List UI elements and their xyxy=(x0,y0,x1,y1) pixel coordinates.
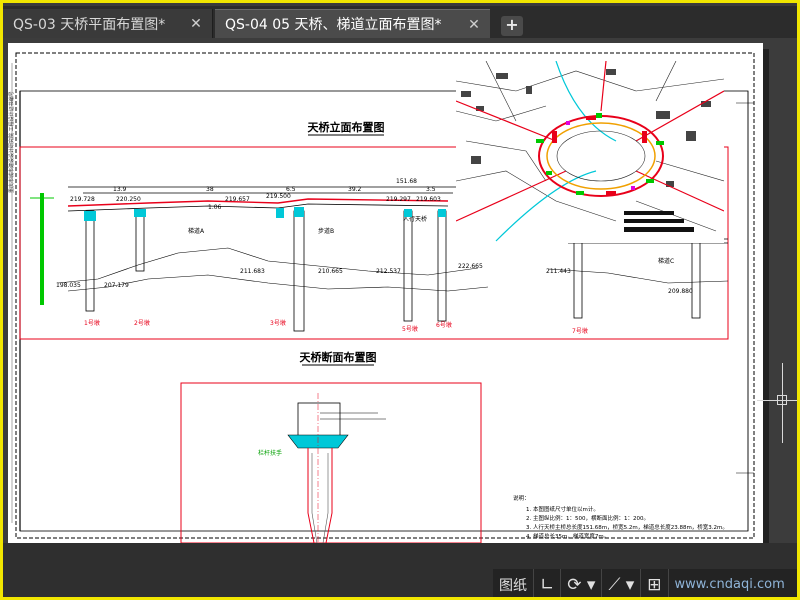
ground-level: 211.443 xyxy=(546,268,571,275)
section-title: 天桥断面布置图 xyxy=(300,350,377,364)
cursor-pickbox xyxy=(777,395,787,405)
notes-title: 说明： xyxy=(513,494,530,502)
deck-label: 步道B xyxy=(318,227,334,235)
deck-label: 梯道A xyxy=(188,227,205,235)
elevation-value: 219.603 xyxy=(416,196,441,203)
ground-level: 212.537 xyxy=(376,268,401,275)
tab-qs03-plan[interactable]: QS-03 天桥平面布置图* ✕ xyxy=(3,9,213,38)
layout-toggle-button[interactable]: 图纸 xyxy=(493,569,534,597)
ground-level: 211.683 xyxy=(240,268,265,275)
elevation-value: 219.728 xyxy=(70,196,95,203)
note-line: 1. 本图图纸尺寸单位以m计。 xyxy=(526,505,599,513)
tab-label: QS-04 05 天桥、梯道立面布置图* xyxy=(225,17,442,33)
pier-label: 7号墩 xyxy=(572,327,588,335)
svg-text:栏杆扶手: 栏杆扶手 xyxy=(258,449,282,457)
ground-level: 207.179 xyxy=(104,282,129,289)
close-icon[interactable]: ✕ xyxy=(188,16,204,32)
span-label: 39.2 xyxy=(348,186,362,193)
pier-label: 6号墩 xyxy=(436,321,452,329)
pier-label: 5号墩 xyxy=(402,325,418,333)
pier-label: 2号墩 xyxy=(134,319,150,327)
osnap-icon[interactable]: ⊞ xyxy=(641,569,669,597)
ground-level: 209.880 xyxy=(668,288,693,295)
close-icon[interactable]: ✕ xyxy=(466,17,482,33)
span-label: 38 xyxy=(206,186,214,193)
application-window: QS-03 天桥平面布置图* ✕ QS-04 05 天桥、梯道立面布置图* ✕ … xyxy=(0,0,800,600)
tab-qs04-elevation[interactable]: QS-04 05 天桥、梯道立面布置图* ✕ xyxy=(215,9,490,38)
pier-label: 3号墩 xyxy=(270,319,286,327)
note-line: 4. 梯道总长35m，梯道宽度7m。 xyxy=(526,532,609,540)
pier-label: 1号墩 xyxy=(84,319,100,327)
span-label: 6.5 xyxy=(286,186,296,193)
ground-level: 198.035 xyxy=(56,282,81,289)
note-line: 2. 主图纵比例：1：500，横断面比例：1：200。 xyxy=(526,514,649,522)
note-line: 3. 人行天桥主桥总长度151.68m，桥宽5.2m，梯道总长度23.88m，桥… xyxy=(526,523,728,531)
deck-label: 梯道C xyxy=(658,257,674,265)
elevation-value: 219.297 xyxy=(386,196,411,203)
paper-shadow xyxy=(763,49,769,543)
section-drawing: 栏杆扶手 xyxy=(258,393,386,544)
polar-icon[interactable]: ⟳ ▾ xyxy=(561,569,603,597)
span-label: 13.9 xyxy=(113,186,127,193)
tab-label: QS-03 天桥平面布置图* xyxy=(13,16,166,33)
document-tab-bar: QS-03 天桥平面布置图* ✕ QS-04 05 天桥、梯道立面布置图* ✕ … xyxy=(3,6,797,38)
elevation-value: 219.657 xyxy=(225,196,250,203)
side-title-strip: 重庆市城市建设设计研究院 工程设计证书编号 xyxy=(8,63,15,523)
watermark-text: www.cndaqi.com xyxy=(674,577,785,592)
snap-icon[interactable]: ⟋ ▾ xyxy=(602,569,642,597)
deck-label: 1.06 xyxy=(208,204,222,211)
new-tab-button[interactable]: + xyxy=(501,16,523,36)
status-tools: 图纸 ∟ ⟳ ▾ ⟋ ▾ ⊞ www.cndaqi.com xyxy=(493,569,797,597)
plan-view-drawing xyxy=(456,61,724,243)
plan-view-inset xyxy=(456,61,724,243)
elevation-value: 220.250 xyxy=(116,196,141,203)
pier-caps xyxy=(84,207,446,221)
span-label: 3.5 xyxy=(426,186,436,193)
status-bar: 图纸 ∟ ⟳ ▾ ⟋ ▾ ⊞ www.cndaqi.com xyxy=(3,543,797,597)
ground-level: 210.665 xyxy=(318,268,343,275)
ortho-icon[interactable]: ∟ xyxy=(534,569,562,597)
total-length: 151.68 xyxy=(396,178,417,185)
notes-block: 说明： 1. 本图图纸尺寸单位以m计。 2. 主图纵比例：1：500，横断面比例… xyxy=(513,494,728,540)
ground-level: 222.665 xyxy=(458,263,483,270)
pier-labels: 1号墩 2号墩 3号墩 5号墩 6号墩 7号墩 xyxy=(84,319,588,335)
side-title-text: 重庆市城市建设设计研究院 工程设计证书编号 xyxy=(8,91,15,193)
elevation-value: 219.500 xyxy=(266,193,291,200)
scale-bar xyxy=(40,193,44,305)
elevation-title: 天桥立面布置图 xyxy=(308,120,385,134)
